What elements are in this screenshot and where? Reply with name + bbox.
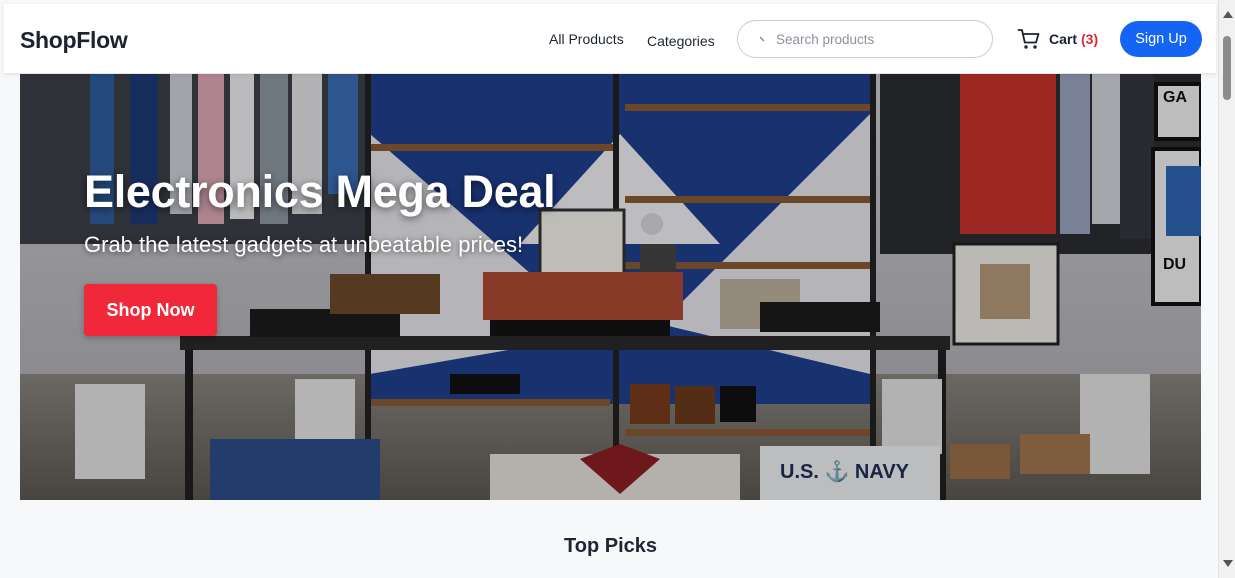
cart-icon	[1017, 29, 1040, 49]
hero-subtitle: Grab the latest gadgets at unbeatable pr…	[84, 232, 524, 257]
cart-button[interactable]: Cart (3)	[1017, 27, 1098, 51]
nav-categories[interactable]: Categories	[647, 33, 715, 49]
hero-title: Electronics Mega Deal	[84, 166, 556, 217]
cart-count-badge: (3)	[1081, 31, 1099, 47]
search-box[interactable]	[737, 20, 993, 58]
search-icon	[759, 36, 765, 42]
site-header: ShopFlow All Products Categories Cart (3…	[4, 4, 1216, 74]
shop-now-button[interactable]: Shop Now	[84, 284, 217, 336]
top-picks-heading: Top Picks	[564, 535, 657, 557]
sign-up-button[interactable]: Sign Up	[1120, 21, 1202, 57]
search-input[interactable]	[776, 29, 976, 49]
nav-all-products[interactable]: All Products	[549, 31, 624, 47]
scroll-up-arrow-icon[interactable]	[1223, 11, 1233, 18]
scroll-down-arrow-icon[interactable]	[1223, 560, 1233, 567]
browser-viewport: ShopFlow All Products Categories Cart (3…	[0, 0, 1235, 578]
hero-banner: GA DU	[20, 74, 1201, 500]
scrollbar-thumb[interactable]	[1223, 36, 1231, 100]
page-scrollbar[interactable]	[1218, 0, 1235, 578]
cart-label: Cart	[1049, 31, 1078, 47]
site-logo[interactable]: ShopFlow	[20, 27, 128, 54]
